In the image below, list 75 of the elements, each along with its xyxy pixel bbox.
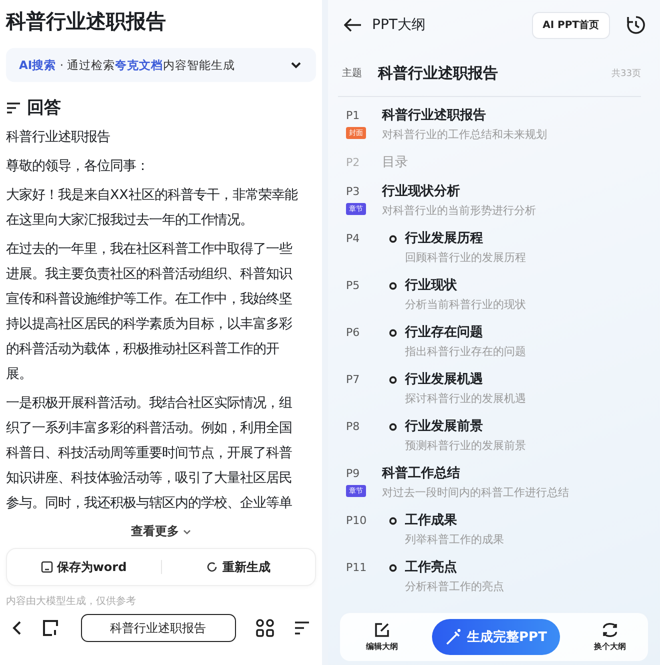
slide-description: 回顾科普行业的发展历程 bbox=[404, 250, 526, 265]
slide-title[interactable]: 行业存在问题 bbox=[405, 324, 483, 342]
slide-title[interactable]: 科普工作总结 bbox=[382, 465, 460, 483]
lines-icon[interactable] bbox=[294, 621, 310, 635]
bullet-icon bbox=[389, 564, 397, 572]
lines-icon bbox=[6, 102, 21, 114]
slide-title[interactable]: 行业发展机遇 bbox=[405, 371, 483, 389]
save-word-button[interactable]: 保存为word bbox=[7, 549, 160, 585]
bullet-icon bbox=[389, 376, 397, 384]
slide-description: 分析当前科普行业的现状 bbox=[404, 297, 526, 312]
document-link[interactable]: 夸克文档 bbox=[115, 58, 164, 72]
chevron-down-icon bbox=[290, 61, 302, 69]
answer-heading: 回答 bbox=[27, 97, 61, 119]
edit-outline-button[interactable]: 编辑大纲 bbox=[360, 621, 404, 653]
slide-title[interactable]: 行业发展前景 bbox=[405, 418, 483, 436]
slide-title[interactable]: 行业现状分析 bbox=[382, 183, 460, 201]
answer-paragraph: 一是积极开展科普活动。我结合社区实际情况，组织了一系列丰富多彩的科普活动。例如，利用全国科普日、科技活动周等重要时间节点，开展了科普知识讲座、科技体验活动等，吸引了大量社区居民参与。同时，我还积极与辖区内的学校、企业等单 bbox=[6, 394, 293, 513]
bullet-icon bbox=[389, 282, 397, 290]
page-number: P6 bbox=[346, 325, 360, 341]
slide-description: 探讨科普行业的发展机遇 bbox=[404, 391, 526, 406]
save-icon bbox=[40, 561, 53, 573]
page-number: P4 bbox=[346, 231, 360, 247]
refresh-icon bbox=[206, 561, 218, 573]
outline-title: PPT大纲 bbox=[372, 16, 426, 34]
slide-description: 对科普行业的工作总结和未来规划 bbox=[382, 127, 547, 142]
page-count: 共33页 bbox=[612, 68, 641, 80]
bullet-icon bbox=[389, 517, 397, 525]
slide-title[interactable]: 工作亮点 bbox=[405, 559, 457, 577]
page-number: P9 bbox=[346, 466, 360, 482]
swap-icon bbox=[601, 622, 619, 638]
generate-ppt-button[interactable]: 生成完整PPT bbox=[432, 619, 560, 655]
back-icon[interactable] bbox=[12, 620, 22, 636]
slide-description: 预测科普行业的发展前景 bbox=[404, 438, 526, 453]
page-number: P3 bbox=[346, 184, 360, 200]
slide-title[interactable]: 行业现状 bbox=[405, 277, 457, 295]
topic-label: 主题 bbox=[342, 66, 363, 80]
back-arrow-icon[interactable] bbox=[344, 18, 362, 32]
slide-title[interactable]: 行业发展历程 bbox=[405, 230, 483, 248]
page-number: P7 bbox=[346, 372, 360, 388]
grid-icon[interactable] bbox=[256, 619, 274, 637]
show-more-button[interactable]: 查看更多 bbox=[126, 521, 196, 542]
slide-title[interactable]: 工作成果 bbox=[405, 512, 457, 530]
slide-description: 分析科普工作的亮点 bbox=[404, 579, 504, 594]
page-title: 科普行业述职报告 bbox=[6, 8, 167, 35]
disclaimer: 内容由大模型生成，仅供参考 bbox=[6, 594, 137, 608]
edit-icon bbox=[374, 622, 390, 638]
topic-title: 科普行业述职报告 bbox=[378, 64, 499, 82]
magic-wand-icon bbox=[445, 628, 464, 646]
page-number: P1 bbox=[346, 108, 360, 124]
page-number: P10 bbox=[346, 513, 367, 529]
slide-description: 对过去一段时间内的科普工作进行总结 bbox=[382, 485, 569, 500]
page-number: P8 bbox=[346, 419, 360, 435]
answer-paragraph: 在过去的一年里，我在社区科普工作中取得了一些进展。我主要负责社区的科普活动组织、科普知识宣传和科普设施维护等工作。在工作中，我始终坚持以提高社区居民的科学素质为目标，以丰富多彩的科普活动为载体，积极推动社区科普工作的开展。 bbox=[6, 240, 294, 384]
slide-title[interactable]: 科普行业述职报告 bbox=[382, 107, 486, 125]
search-source-text: AI搜索 · 通过检索夸克文档内容智能生成 bbox=[19, 58, 236, 72]
bullet-icon bbox=[389, 329, 397, 337]
switch-outline-button[interactable]: 换个大纲 bbox=[588, 621, 632, 653]
history-icon[interactable] bbox=[626, 15, 646, 35]
bullet-icon bbox=[389, 423, 397, 431]
page-number: P2 bbox=[346, 155, 360, 171]
page-number: P11 bbox=[346, 560, 367, 576]
answer-paragraph: 大家好！我是来自XX社区的科普专干，非常荣幸能在这里向大家汇报我过去一年的工作情况。 bbox=[6, 186, 299, 230]
page-icon[interactable] bbox=[42, 619, 60, 637]
answer-paragraph: 尊敬的领导，各位同事： bbox=[6, 158, 150, 176]
slide-description: 对科普行业的当前形势进行分析 bbox=[382, 203, 536, 218]
page-number: P5 bbox=[346, 278, 360, 294]
search-source-bar[interactable]: AI搜索 · 通过检索夸克文档内容智能生成 bbox=[6, 48, 316, 82]
slide-description: 指出科普行业存在的问题 bbox=[404, 344, 526, 359]
document-title-button[interactable]: 科普行业述职报告 bbox=[80, 614, 236, 642]
bullet-icon bbox=[389, 235, 397, 243]
home-button[interactable]: AI PPT首页 bbox=[532, 12, 610, 38]
chevron-down-icon bbox=[183, 529, 192, 535]
slide-description: 列举科普工作的成果 bbox=[404, 532, 504, 547]
regenerate-button[interactable]: 重新生成 bbox=[162, 549, 315, 585]
answer-paragraph: 科普行业述职报告 bbox=[6, 128, 111, 147]
